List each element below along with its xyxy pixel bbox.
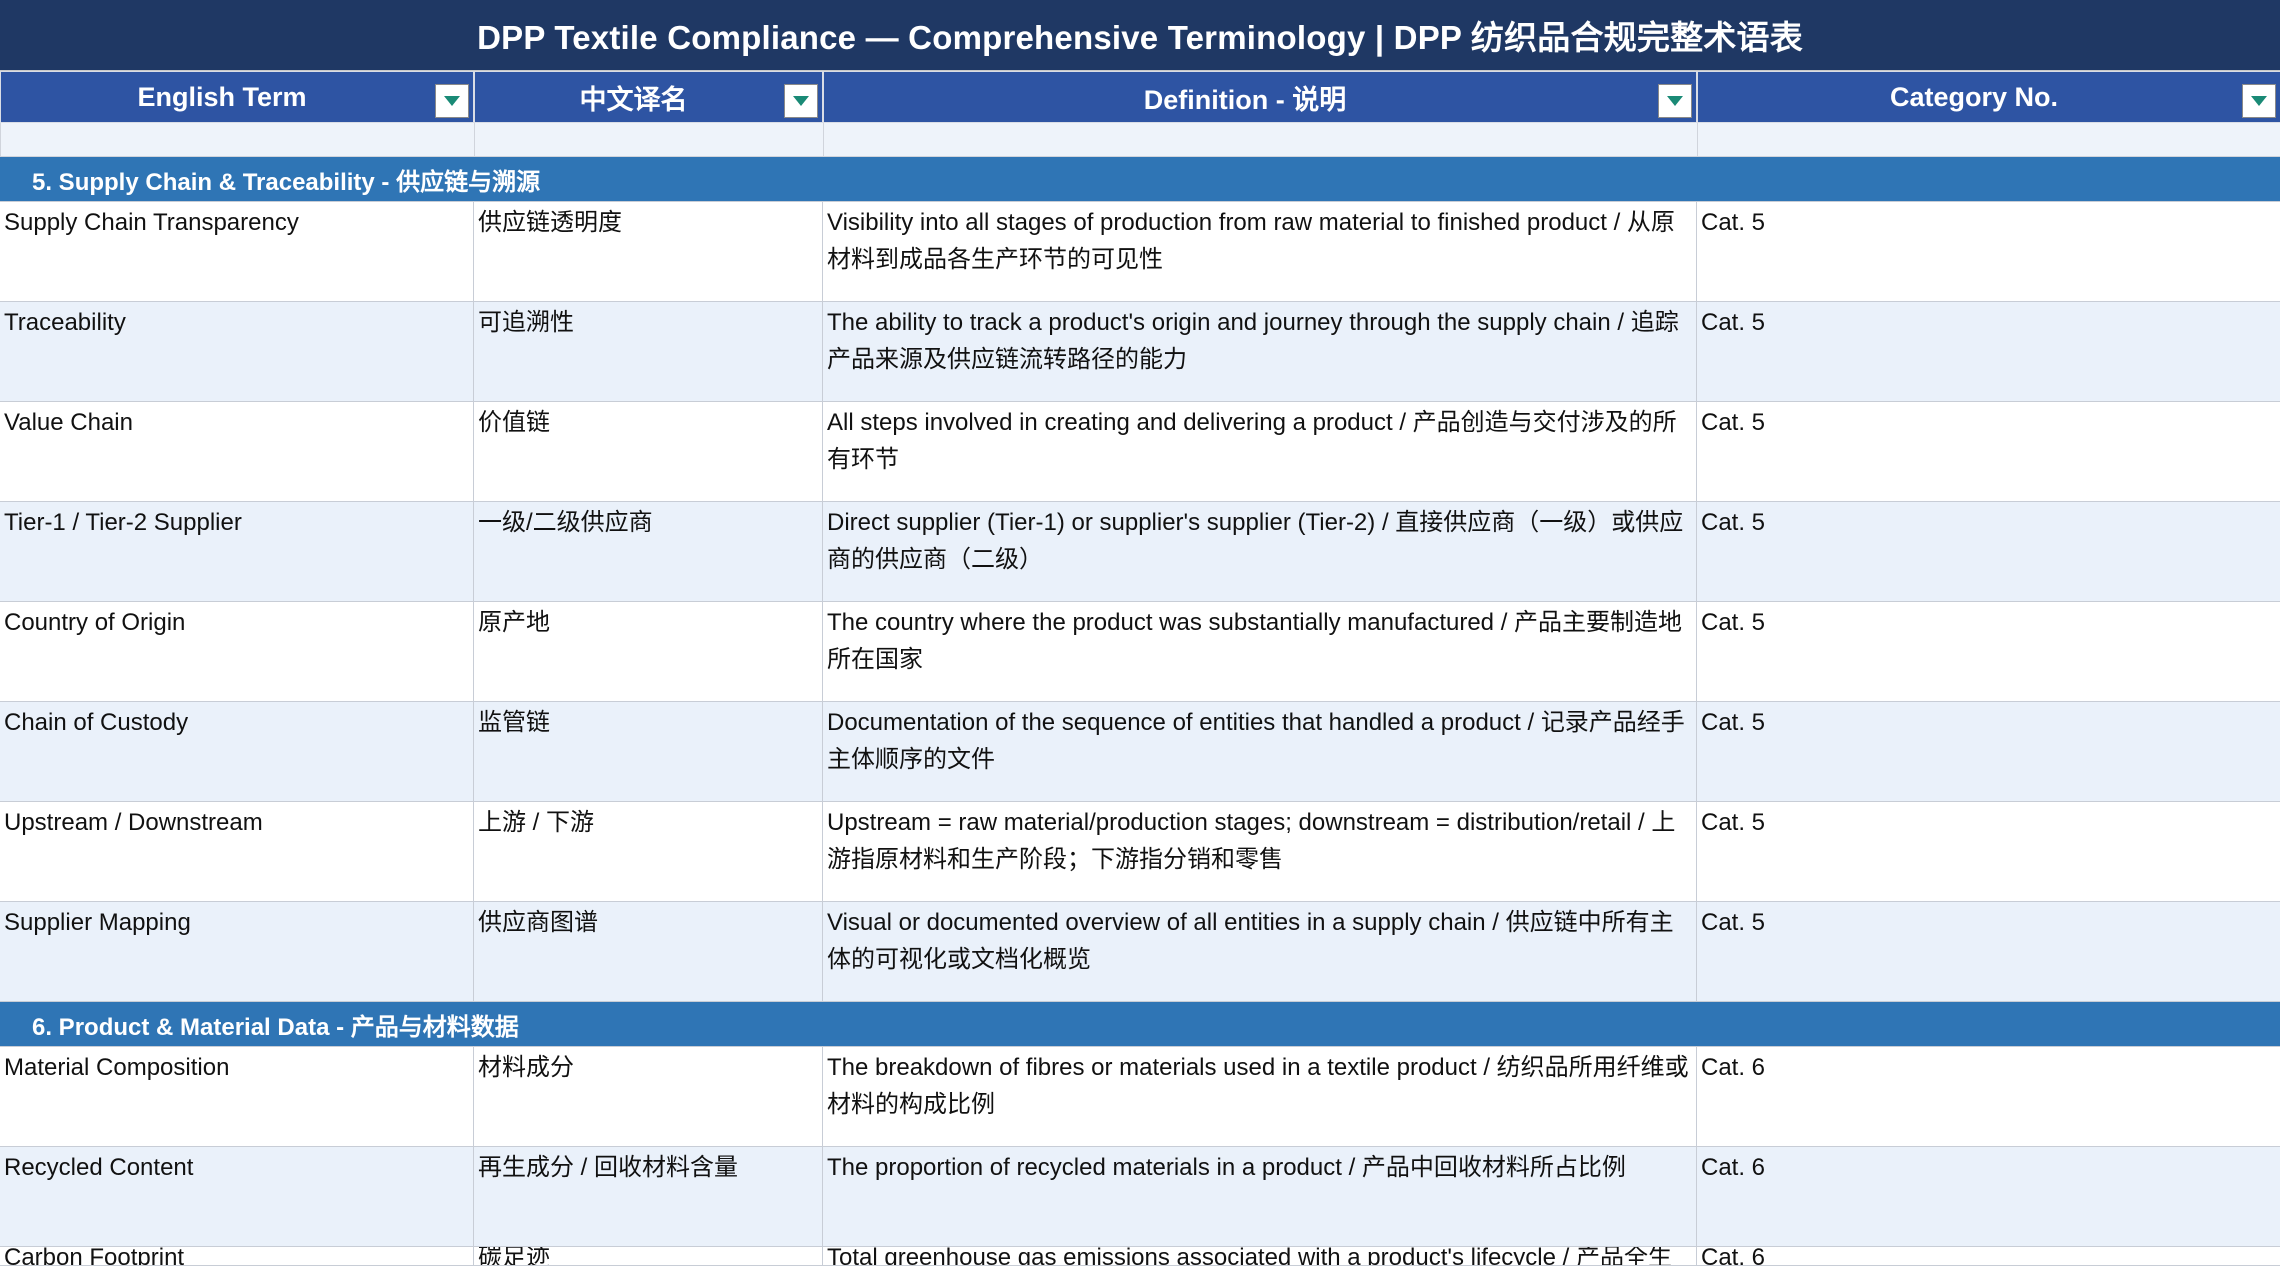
- table-row[interactable]: Chain of Custody 监管链 Documentation of th…: [0, 702, 2280, 802]
- cell-definition[interactable]: The country where the product was substa…: [823, 602, 1697, 702]
- table-row[interactable]: Material Composition 材料成分 The breakdown …: [0, 1047, 2280, 1147]
- cell-definition[interactable]: Documentation of the sequence of entitie…: [823, 702, 1697, 802]
- cell-category[interactable]: Cat. 5: [1697, 402, 2280, 502]
- cell-category[interactable]: Cat. 6: [1697, 1147, 2280, 1247]
- blank-cell[interactable]: [474, 123, 823, 157]
- header-definition[interactable]: Definition - 说明: [823, 71, 1697, 123]
- cell-english-term[interactable]: Tier-1 / Tier-2 Supplier: [0, 502, 474, 602]
- header-chinese-name[interactable]: 中文译名: [474, 71, 823, 123]
- cell-chinese-name[interactable]: 一级/二级供应商: [474, 502, 823, 602]
- column-header-row: English Term 中文译名 Definition - 说明 Catego…: [0, 71, 2280, 123]
- dropdown-filter-icon[interactable]: [1658, 84, 1692, 118]
- cell-chinese-name[interactable]: 监管链: [474, 702, 823, 802]
- dropdown-filter-icon[interactable]: [2242, 84, 2276, 118]
- cell-category[interactable]: Cat. 5: [1697, 202, 2280, 302]
- cell-chinese-name[interactable]: 价值链: [474, 402, 823, 502]
- cell-english-term[interactable]: Chain of Custody: [0, 702, 474, 802]
- cell-chinese-name[interactable]: 再生成分 / 回收材料含量: [474, 1147, 823, 1247]
- table-row[interactable]: Traceability 可追溯性 The ability to track a…: [0, 302, 2280, 402]
- table-row[interactable]: Supply Chain Transparency 供应链透明度 Visibil…: [0, 202, 2280, 302]
- table-row[interactable]: Value Chain 价值链 All steps involved in cr…: [0, 402, 2280, 502]
- table-row[interactable]: Upstream / Downstream 上游 / 下游 Upstream =…: [0, 802, 2280, 902]
- dropdown-filter-icon[interactable]: [784, 84, 818, 118]
- cell-chinese-name[interactable]: 可追溯性: [474, 302, 823, 402]
- header-label: Category No.: [1889, 81, 2059, 112]
- cell-definition[interactable]: The proportion of recycled materials in …: [823, 1147, 1697, 1247]
- cell-english-term[interactable]: Recycled Content: [0, 1147, 474, 1247]
- header-label: English Term: [137, 81, 307, 112]
- sheet-title: DPP Textile Compliance — Comprehensive T…: [0, 0, 2280, 71]
- cell-category[interactable]: Cat. 5: [1697, 902, 2280, 1002]
- dropdown-filter-icon[interactable]: [435, 84, 469, 118]
- cell-chinese-name[interactable]: 供应链透明度: [474, 202, 823, 302]
- cell-english-term[interactable]: Traceability: [0, 302, 474, 402]
- cell-chinese-name[interactable]: 供应商图谱: [474, 902, 823, 1002]
- table-row[interactable]: Tier-1 / Tier-2 Supplier 一级/二级供应商 Direct…: [0, 502, 2280, 602]
- blank-row: [0, 123, 2280, 157]
- table-row[interactable]: Supplier Mapping 供应商图谱 Visual or documen…: [0, 902, 2280, 1002]
- cell-english-term[interactable]: Carbon Footprint: [0, 1247, 474, 1266]
- cell-category[interactable]: Cat. 5: [1697, 302, 2280, 402]
- cell-category[interactable]: Cat. 5: [1697, 602, 2280, 702]
- table-row[interactable]: Carbon Footprint 碳足迹 Total greenhouse ga…: [0, 1247, 2280, 1266]
- cell-english-term[interactable]: Country of Origin: [0, 602, 474, 702]
- cell-chinese-name[interactable]: 原产地: [474, 602, 823, 702]
- header-english-term[interactable]: English Term: [0, 71, 474, 123]
- cell-english-term[interactable]: Upstream / Downstream: [0, 802, 474, 902]
- cell-category[interactable]: Cat. 5: [1697, 802, 2280, 902]
- cell-english-term[interactable]: Supply Chain Transparency: [0, 202, 474, 302]
- blank-cell[interactable]: [823, 123, 1697, 157]
- cell-definition[interactable]: The breakdown of fibres or materials use…: [823, 1047, 1697, 1147]
- cell-category[interactable]: Cat. 5: [1697, 702, 2280, 802]
- header-category-no[interactable]: Category No.: [1697, 71, 2280, 123]
- cell-chinese-name[interactable]: 上游 / 下游: [474, 802, 823, 902]
- cell-definition[interactable]: Total greenhouse gas emissions associate…: [823, 1247, 1697, 1266]
- cell-category[interactable]: Cat. 5: [1697, 502, 2280, 602]
- cell-english-term[interactable]: Material Composition: [0, 1047, 474, 1147]
- cell-definition[interactable]: The ability to track a product's origin …: [823, 302, 1697, 402]
- header-label: 中文译名: [579, 84, 688, 115]
- cell-category[interactable]: Cat. 6: [1697, 1247, 2280, 1266]
- table-row[interactable]: Country of Origin 原产地 The country where …: [0, 602, 2280, 702]
- section-header[interactable]: 6. Product & Material Data - 产品与材料数据: [0, 1002, 2280, 1047]
- table-row[interactable]: Recycled Content 再生成分 / 回收材料含量 The propo…: [0, 1147, 2280, 1247]
- blank-cell[interactable]: [0, 123, 474, 157]
- cell-definition[interactable]: Upstream = raw material/production stage…: [823, 802, 1697, 902]
- cell-definition[interactable]: Visibility into all stages of production…: [823, 202, 1697, 302]
- cell-english-term[interactable]: Value Chain: [0, 402, 474, 502]
- cell-english-term[interactable]: Supplier Mapping: [0, 902, 474, 1002]
- section-header[interactable]: 5. Supply Chain & Traceability - 供应链与溯源: [0, 157, 2280, 202]
- cell-chinese-name[interactable]: 材料成分: [474, 1047, 823, 1147]
- cell-chinese-name[interactable]: 碳足迹: [474, 1247, 823, 1266]
- header-label: Definition - 说明: [1143, 84, 1347, 115]
- spreadsheet: DPP Textile Compliance — Comprehensive T…: [0, 0, 2280, 1266]
- cell-definition[interactable]: All steps involved in creating and deliv…: [823, 402, 1697, 502]
- cell-category[interactable]: Cat. 6: [1697, 1047, 2280, 1147]
- cell-definition[interactable]: Visual or documented overview of all ent…: [823, 902, 1697, 1002]
- cell-definition[interactable]: Direct supplier (Tier-1) or supplier's s…: [823, 502, 1697, 602]
- blank-cell[interactable]: [1697, 123, 2280, 157]
